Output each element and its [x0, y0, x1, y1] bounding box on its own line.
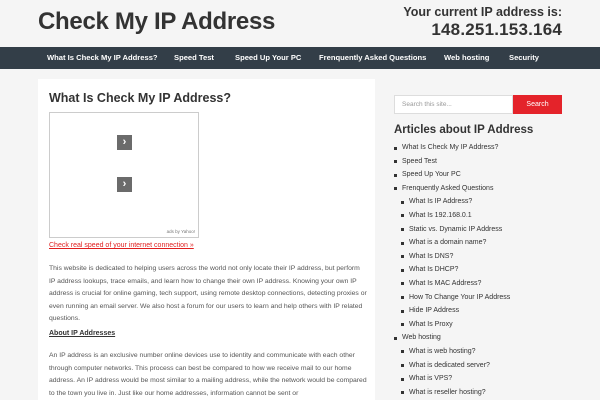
bullet-icon: [401, 323, 404, 327]
nav-item-web-hosting[interactable]: Web hosting: [444, 47, 489, 69]
article-link-label[interactable]: What Is DHCP?: [409, 263, 458, 277]
bullet-icon: [401, 241, 404, 245]
bullet-icon: [394, 336, 397, 340]
article-link-label[interactable]: What Is Check My IP Address?: [402, 141, 498, 155]
article-link-label[interactable]: What is a domain name?: [409, 236, 486, 250]
bullet-icon: [401, 350, 404, 354]
article-link-label[interactable]: Web hosting: [402, 331, 441, 345]
article-link-label[interactable]: What Is 192.168.0.1: [409, 209, 472, 223]
nav-item-speed-up-pc[interactable]: Speed Up Your PC: [235, 47, 301, 69]
bullet-icon: [394, 146, 397, 150]
article-list-item[interactable]: What is reseller hosting?: [394, 386, 569, 400]
main-content: What Is Check My IP Address? › › ads by …: [38, 79, 375, 400]
about-ip-heading: About IP Addresses: [49, 330, 116, 337]
search-button[interactable]: Search: [513, 95, 562, 114]
article-list-item[interactable]: What is a domain name?: [394, 236, 569, 250]
bullet-icon: [401, 377, 404, 381]
nav-item-faq[interactable]: Frenquently Asked Questions: [319, 47, 426, 69]
article-link-label[interactable]: What Is IP Address?: [409, 195, 472, 209]
ad-box: › › ads by Yahoo!: [49, 112, 199, 238]
article-list-item[interactable]: What Is 192.168.0.1: [394, 209, 569, 223]
bullet-icon: [394, 160, 397, 164]
article-link-label[interactable]: What is dedicated server?: [409, 359, 490, 373]
article-link-label[interactable]: Frenquently Asked Questions: [402, 182, 493, 196]
article-link-label[interactable]: What Is Proxy: [409, 318, 453, 332]
article-link-label[interactable]: What is VPS?: [409, 372, 452, 386]
bullet-icon: [401, 268, 404, 272]
article-list-item[interactable]: What is VPS?: [394, 372, 569, 386]
speed-test-link[interactable]: Check real speed of your internet connec…: [49, 242, 194, 249]
nav-item-what-is-check-my-ip[interactable]: What Is Check My IP Address?: [47, 47, 158, 69]
chevron-right-icon[interactable]: ›: [117, 135, 132, 150]
article-list-item[interactable]: What Is DNS?: [394, 250, 569, 264]
article-link-label[interactable]: Speed Up Your PC: [402, 168, 461, 182]
bullet-icon: [394, 173, 397, 177]
article-list-item[interactable]: What Is DHCP?: [394, 263, 569, 277]
bullet-icon: [401, 282, 404, 286]
bullet-icon: [401, 296, 404, 300]
article-list-item[interactable]: What Is Proxy: [394, 318, 569, 332]
bullet-icon: [401, 214, 404, 218]
article-list-item[interactable]: How To Change Your IP Address: [394, 291, 569, 305]
article-list: What Is Check My IP Address? Speed Test Sp…: [394, 141, 569, 399]
article-list-item[interactable]: What is dedicated server?: [394, 359, 569, 373]
site-header: Check My IP Address Your current IP addr…: [0, 0, 600, 47]
article-link-label[interactable]: What Is MAC Address?: [409, 277, 481, 291]
intro-paragraph: This website is dedicated to helping use…: [49, 265, 367, 323]
article-link-label[interactable]: Speed Test: [402, 155, 437, 169]
bullet-icon: [401, 391, 404, 395]
article-list-item[interactable]: What Is Check My IP Address?: [394, 141, 569, 155]
search-input[interactable]: [394, 95, 513, 114]
ad-credit[interactable]: ads by Yahoo!: [167, 229, 195, 234]
article-list-item[interactable]: Web hosting: [394, 331, 569, 345]
bullet-icon: [401, 228, 404, 232]
ip-label: Your current IP address is:: [403, 5, 562, 19]
bullet-icon: [401, 364, 404, 367]
ip-address-value: 148.251.153.164: [431, 20, 562, 39]
about-ip-paragraph: An IP address is an exclusive number onl…: [49, 352, 367, 397]
article-list-item[interactable]: Hide IP Address: [394, 304, 569, 318]
article-link-label[interactable]: How To Change Your IP Address: [409, 291, 510, 305]
bullet-icon: [401, 309, 404, 313]
nav-item-security[interactable]: Security: [509, 47, 539, 69]
article-link-label[interactable]: What Is DNS?: [409, 250, 453, 264]
article-link-label[interactable]: What is web hosting?: [409, 345, 476, 359]
article-list-item[interactable]: Speed Test: [394, 155, 569, 169]
bullet-icon: [401, 255, 404, 259]
article-list-item[interactable]: Static vs. Dynamic IP Address: [394, 223, 569, 237]
articles-widget-title: Articles about IP Address: [394, 124, 534, 136]
article-list-item[interactable]: Speed Up Your PC: [394, 168, 569, 182]
main-navigation: What Is Check My IP Address? Speed Test …: [0, 47, 600, 69]
article-list-item[interactable]: What Is MAC Address?: [394, 277, 569, 291]
article-link-label[interactable]: Static vs. Dynamic IP Address: [409, 223, 502, 237]
article-list-item[interactable]: What is web hosting?: [394, 345, 569, 359]
site-title[interactable]: Check My IP Address: [38, 8, 275, 36]
article-list-item[interactable]: Frenquently Asked Questions: [394, 182, 569, 196]
article-list-item[interactable]: What Is IP Address?: [394, 195, 569, 209]
nav-item-speed-test[interactable]: Speed Test: [174, 47, 214, 69]
bullet-icon: [401, 200, 404, 204]
chevron-right-icon[interactable]: ›: [117, 177, 132, 192]
article-link-label[interactable]: What is reseller hosting?: [409, 386, 486, 400]
bullet-icon: [394, 187, 397, 191]
entry-title: What Is Check My IP Address?: [49, 91, 231, 105]
article-link-label[interactable]: Hide IP Address: [409, 304, 459, 318]
